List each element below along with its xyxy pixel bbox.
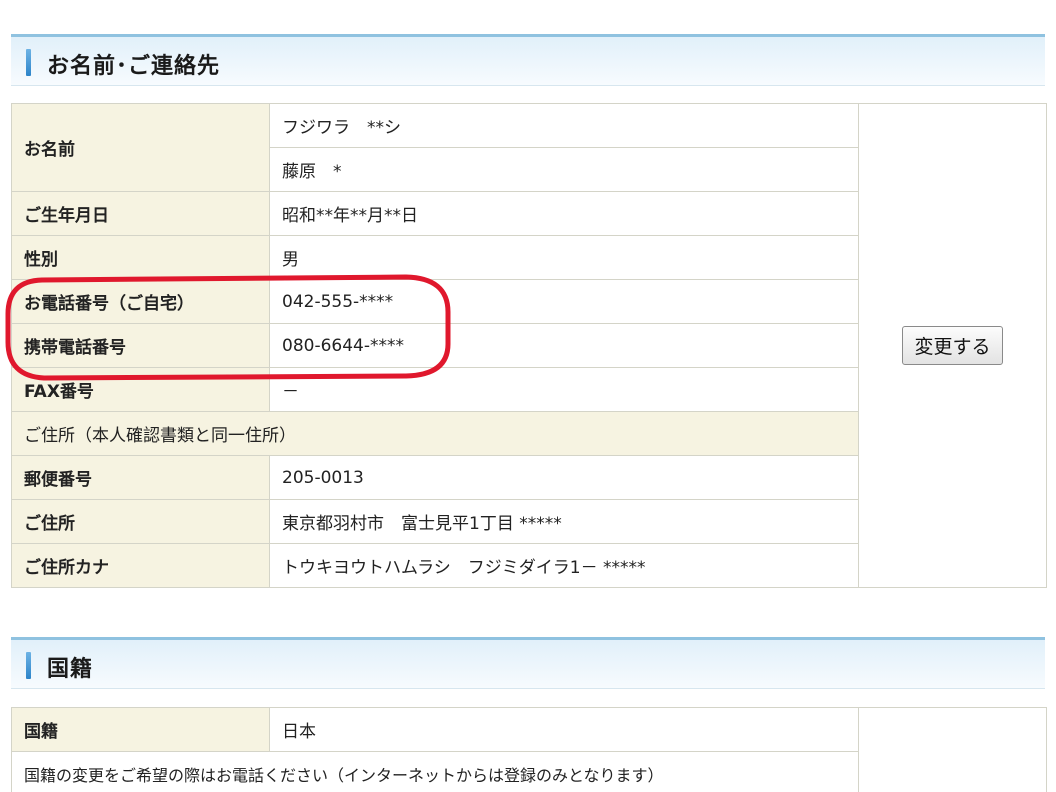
- table-row: 国籍 日本: [11, 707, 1047, 792]
- fax-label: FAX番号: [11, 367, 270, 412]
- home-phone-label: お電話番号（ご自宅）: [11, 279, 270, 324]
- gender-value: 男: [269, 235, 859, 280]
- table-row: お名前 フジワラ **シ 変更する: [11, 103, 1047, 588]
- contact-info-table: お名前 フジワラ **シ 変更する 藤原 * ご生年月日 昭和**年**月**日…: [11, 103, 1047, 588]
- nationality-label: 国籍: [11, 707, 270, 752]
- birth-date-value: 昭和**年**月**日: [269, 191, 859, 236]
- change-cell: 変更する: [858, 103, 1047, 588]
- fax-value: －: [269, 367, 859, 412]
- mobile-phone-value: 080-6644-****: [269, 323, 859, 368]
- gender-label: 性別: [11, 235, 270, 280]
- postal-code-label: 郵便番号: [11, 455, 270, 500]
- birth-date-label: ご生年月日: [11, 191, 270, 236]
- section-marker-icon: [26, 49, 31, 76]
- name-kana-value: フジワラ **シ: [269, 103, 859, 148]
- address-value: 東京都羽村市 富士見平1丁目 *****: [269, 499, 859, 544]
- nationality-table: 国籍 日本 国籍の変更をご希望の際はお電話ください（インターネットからは登録のみ…: [11, 707, 1047, 792]
- nationality-section-title: 国籍: [47, 657, 94, 682]
- address-kana-value: トウキヨウトハムラシ フジミダイラ1－ *****: [269, 543, 859, 588]
- nationality-value: 日本: [269, 707, 859, 752]
- address-kana-label: ご住所カナ: [11, 543, 270, 588]
- mobile-phone-label: 携帯電話番号: [11, 323, 270, 368]
- contact-section-header: お名前･ご連絡先: [11, 34, 1045, 86]
- home-phone-value: 042-555-****: [269, 279, 859, 324]
- name-label: お名前: [11, 103, 270, 192]
- postal-code-value: 205-0013: [269, 455, 859, 500]
- account-info-page: お名前･ご連絡先 お名前 フジワラ **シ 変更する 藤原 * ご生年月日 昭和…: [0, 0, 1056, 792]
- nationality-note: 国籍の変更をご希望の際はお電話ください（インターネットからは登録のみとなります）: [11, 751, 859, 792]
- change-button[interactable]: 変更する: [902, 326, 1003, 365]
- address-heading: ご住所（本人確認書類と同一住所）: [11, 411, 859, 456]
- contact-section-title: お名前･ご連絡先: [47, 54, 221, 79]
- address-label: ご住所: [11, 499, 270, 544]
- name-kanji-value: 藤原 *: [269, 147, 859, 192]
- nationality-action-cell: [858, 707, 1047, 792]
- section-marker-icon: [26, 652, 31, 679]
- nationality-section-header: 国籍: [11, 637, 1045, 689]
